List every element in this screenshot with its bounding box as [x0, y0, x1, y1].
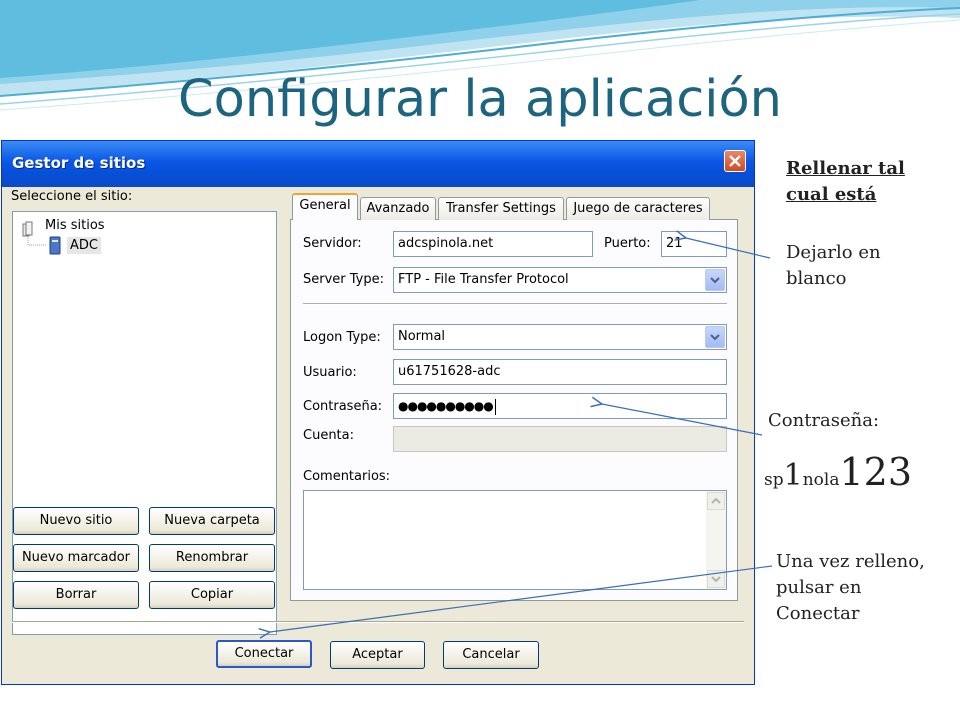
password-hint: sp1nola123 [764, 450, 912, 494]
dialog-titlebar: Gestor de sitios [2, 141, 754, 187]
scroll-up-icon[interactable] [707, 492, 725, 510]
tab-avanzado[interactable]: Avanzado [360, 197, 436, 220]
slide-title: Configurar la aplicación [178, 70, 782, 129]
dialog-bottom-separator [12, 621, 744, 623]
comments-textarea[interactable] [303, 490, 727, 590]
new-bookmark-button[interactable]: Nuevo marcador [13, 544, 139, 572]
tree-connector [27, 234, 47, 246]
tree-root-mis-sitios[interactable]: Mis sitios [45, 218, 105, 233]
user-label: Usuario: [303, 365, 357, 380]
tree-item-adc[interactable]: ADC [67, 237, 101, 254]
dialog-title: Gestor de sitios [12, 154, 146, 172]
server-input[interactable]: adcspinola.net [393, 231, 593, 257]
chevron-down-icon[interactable] [705, 326, 725, 348]
user-input[interactable]: u61751628-adc [393, 359, 727, 385]
comments-label: Comentarios: [303, 469, 391, 484]
password-instruction-label: Contraseña: [768, 410, 880, 431]
port-input[interactable]: 21 [661, 231, 727, 257]
server-type-select[interactable]: FTP - File Transfer Protocol [393, 267, 727, 293]
server-type-value: FTP - File Transfer Protocol [398, 272, 569, 287]
form-separator [303, 303, 727, 305]
scrollbar[interactable] [706, 491, 726, 589]
tab-juego-de-caracteres[interactable]: Juego de caracteres [566, 197, 710, 220]
password-label: Contraseña: [303, 399, 383, 414]
close-icon[interactable] [724, 150, 746, 172]
scroll-down-icon[interactable] [707, 570, 725, 588]
password-part-1: sp [764, 470, 784, 490]
rename-button[interactable]: Renombrar [149, 544, 275, 572]
new-folder-button[interactable]: Nueva carpeta [149, 507, 275, 535]
port-label: Puerto: [604, 236, 651, 251]
port-instruction: Dejarlo en blanco [786, 242, 881, 289]
tab-general[interactable]: General [292, 193, 358, 220]
password-part-2: 1 [783, 458, 803, 493]
server-icon [49, 236, 61, 255]
cancel-button[interactable]: Cancelar [443, 641, 539, 669]
site-select-label: Seleccione el sitio: [11, 189, 133, 204]
connect-button[interactable]: Conectar [216, 640, 312, 668]
logon-type-label: Logon Type: [303, 330, 381, 345]
password-input[interactable]: ●●●●●●●●●● [393, 393, 727, 419]
delete-button[interactable]: Borrar [13, 581, 139, 609]
accept-button[interactable]: Aceptar [330, 641, 425, 669]
chevron-down-icon[interactable] [705, 269, 725, 291]
password-value: ●●●●●●●●●● [398, 399, 494, 413]
password-part-4: 123 [839, 450, 912, 494]
tab-transfer-settings[interactable]: Transfer Settings [438, 197, 564, 220]
new-site-button[interactable]: Nuevo sitio [13, 507, 139, 535]
server-type-label: Server Type: [303, 272, 385, 287]
server-label: Servidor: [303, 236, 362, 251]
account-label: Cuenta: [303, 428, 354, 443]
logon-type-select[interactable]: Normal [393, 324, 727, 350]
instruction-heading: Rellenar tal cual está [786, 158, 905, 205]
text-cursor [494, 398, 496, 415]
account-input [393, 426, 727, 452]
password-part-3: nola [802, 470, 840, 490]
copy-button[interactable]: Copiar [149, 581, 275, 609]
connect-instruction: Una vez relleno, pulsar en Conectar [776, 551, 925, 624]
logon-type-value: Normal [398, 329, 446, 344]
